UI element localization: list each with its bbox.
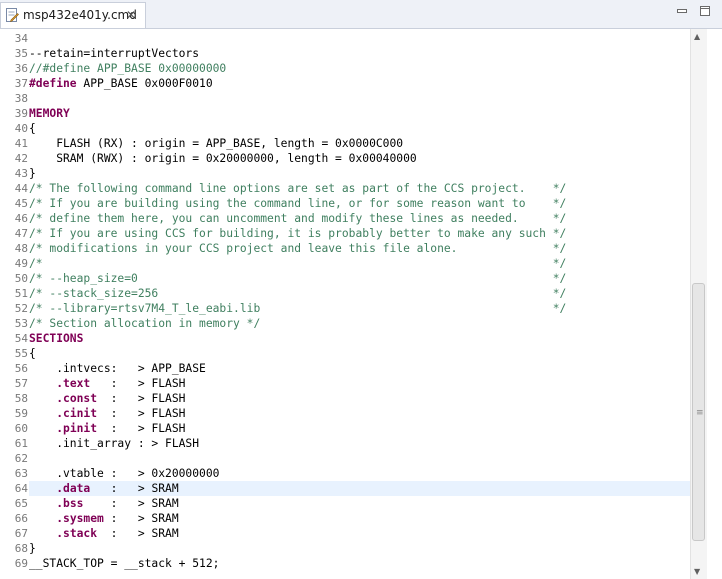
overview-ruler[interactable] [707,29,722,579]
line-number: 69 [14,557,28,570]
code-line[interactable]: { [29,121,36,136]
line-number: 63 [14,467,28,480]
line-number: 57 [14,377,28,390]
line-number: 37 [14,77,28,90]
file-icon [6,8,19,22]
line-number: 34 [14,32,28,45]
code-line[interactable]: .cinit : > FLASH [29,406,185,421]
minimize-icon[interactable] [675,4,689,18]
code-line[interactable]: { [29,346,36,361]
line-number: 60 [14,422,28,435]
line-number: 44 [14,182,28,195]
line-number: 53 [14,317,28,330]
code-editor[interactable]: 34 35 --retain=interruptVectors 36//#define… [0,29,722,579]
line-number: 61 [14,437,28,450]
code-line[interactable]: __STACK_TOP = __stack + 512; [29,556,219,571]
tab-title: msp432e401y.cmd [23,8,137,22]
line-number: 65 [14,497,28,510]
line-number: 59 [14,407,28,420]
close-icon[interactable]: ✕ [126,8,136,22]
code-line[interactable]: .pinit : > FLASH [29,421,185,436]
code-line[interactable]: .vtable : > 0x20000000 [29,466,219,481]
code-line[interactable]: /* */ [29,256,566,271]
vertical-scrollbar[interactable]: ▲ ≡ ▼ [690,29,707,579]
line-number: 54 [14,332,28,345]
line-number: 67 [14,527,28,540]
line-number: 56 [14,362,28,375]
line-number: 68 [14,542,28,555]
code-line[interactable]: MEMORY [29,106,70,121]
line-number: 39 [14,107,28,120]
code-line[interactable]: FLASH (RX) : origin = APP_BASE, length =… [29,136,403,151]
line-number: 52 [14,302,28,315]
code-line[interactable]: //#define APP_BASE 0x00000000 [29,61,226,76]
code-line[interactable]: /* --heap_size=0 */ [29,271,566,286]
code-line[interactable]: .sysmem : > SRAM [29,511,178,526]
code-line[interactable]: .bss : > SRAM [29,496,178,511]
line-number: 48 [14,242,28,255]
line-number: 40 [14,122,28,135]
line-number: 51 [14,287,28,300]
code-line[interactable]: #define APP_BASE 0x000F0010 [29,76,213,91]
code-line[interactable]: SRAM (RWX) : origin = 0x20000000, length… [29,151,416,166]
line-number: 50 [14,272,28,285]
code-line[interactable]: /* --library=rtsv7M4_T_le_eabi.lib */ [29,301,566,316]
code-line[interactable]: .stack : > SRAM [29,526,178,541]
line-number: 47 [14,227,28,240]
code-line[interactable]: .text : > FLASH [29,376,185,391]
line-number: 46 [14,212,28,225]
code-line[interactable]: --retain=interruptVectors [29,46,199,61]
code-line[interactable]: /* Section allocation in memory */ [29,316,260,331]
grip-icon: ≡ [696,408,704,418]
scroll-up-icon[interactable]: ▲ [694,32,700,41]
code-line[interactable]: } [29,166,36,181]
code-line[interactable]: .intvecs: > APP_BASE [29,361,206,376]
scroll-down-icon[interactable]: ▼ [694,567,700,576]
line-number: 41 [14,137,28,150]
line-number: 55 [14,347,28,360]
maximize-icon[interactable] [698,4,712,18]
line-number: 45 [14,197,28,210]
scrollbar-thumb[interactable]: ≡ [692,283,705,541]
code-line[interactable]: .const : > FLASH [29,391,185,406]
code-line[interactable]: /* If you are using CCS for building, it… [29,226,566,241]
tab-msp432e401y-cmd[interactable]: msp432e401y.cmd ✕ [0,2,146,28]
line-number: 42 [14,152,28,165]
editor-tab-bar: msp432e401y.cmd ✕ [0,0,722,29]
line-number: 35 [14,47,28,60]
code-line[interactable]: /* modifications in your CCS project and… [29,241,566,256]
code-line[interactable]: } [29,541,36,556]
line-number: 36 [14,62,28,75]
code-line[interactable]: /* define them here, you can uncomment a… [29,211,566,226]
line-number: 64 [14,482,28,495]
line-number: 62 [14,452,28,465]
code-line[interactable]: /* If you are building using the command… [29,196,566,211]
code-line[interactable]: SECTIONS [29,331,83,346]
line-number: 49 [14,257,28,270]
code-line[interactable]: /* --stack_size=256 */ [29,286,566,301]
code-line[interactable]: /* The following command line options ar… [29,181,566,196]
line-number: 58 [14,392,28,405]
code-line[interactable]: .data : > SRAM [29,481,178,496]
line-number: 43 [14,167,28,180]
line-number: 38 [14,92,28,105]
line-number: 66 [14,512,28,525]
code-line[interactable]: .init_array : > FLASH [29,436,199,451]
